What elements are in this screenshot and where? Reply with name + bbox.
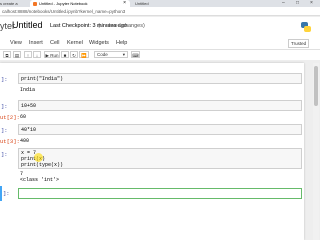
browser-tab-previous[interactable]: s create a [0,0,24,7]
cell-1-in-prompt: ]: [1,76,8,83]
browser-tab-next-label: Untitled [135,1,149,6]
unsaved-status: (unsaved changes) [98,23,145,29]
menu-kernel[interactable]: Kernel [67,40,83,46]
menu-insert[interactable]: Insert [29,40,43,46]
keyboard-icon[interactable]: ⌨ [131,51,140,58]
notebook-title[interactable]: Untitled [12,20,43,30]
notebook-header: yter Untitled Last Checkpoint: 3 minutes… [0,17,320,37]
cell-2-in-prompt: ]: [1,103,8,110]
cell-4-output-line-2: <class 'int'> [20,177,60,183]
cell-2-code: 10+50 [21,103,37,109]
browser-tab-strip: s create a Untitled - Jupyter Notebook × … [0,0,320,7]
cell-3-in-prompt: ]: [1,127,8,134]
cell-5-in-prompt: ]: [3,190,10,197]
trusted-indicator[interactable]: Trusted [288,39,310,48]
jupyter-favicon-icon [33,1,37,6]
address-bar[interactable]: calhost:8888/notebooks/Untitled.ipynb?ke… [0,7,320,16]
cell-5-input[interactable] [18,188,302,199]
menu-view[interactable]: View [10,40,22,46]
run-button[interactable]: ▶ Run [44,51,60,58]
minimize-icon[interactable]: – [282,0,285,7]
cell-2-out-prompt: ut[2]: [0,114,20,121]
cell-2-output: 60 [20,114,27,120]
browser-tab-active[interactable]: Untitled - Jupyter Notebook × [30,0,130,7]
menu-help[interactable]: Help [116,40,127,46]
cell-1-input[interactable]: print("India") [18,73,302,84]
close-icon[interactable]: × [123,0,126,7]
cell-3-out-prompt: ut[3]: [0,138,20,145]
cell-3-output: 400 [20,138,30,144]
menu-widgets[interactable]: Widgets [89,40,109,46]
toolbar: ⧉ ▤ ↑ ↓ ▶ Run ■ ↻ ⏩ Code ▾ ⌨ [0,50,320,60]
scrollbar-thumb[interactable] [314,66,318,106]
restart-icon[interactable]: ↻ [70,51,78,58]
cell-4-in-prompt: ]: [1,151,8,158]
interrupt-icon[interactable]: ■ [61,51,69,58]
move-down-icon[interactable]: ↓ [33,51,41,58]
cell-type-value: Code [97,52,108,57]
cell-type-select[interactable]: Code ▾ [94,51,128,58]
move-up-icon[interactable]: ↑ [24,51,32,58]
restart-run-all-icon[interactable]: ⏩ [79,51,89,58]
cell-1-output: India [20,87,36,93]
maximize-icon[interactable]: □ [296,0,299,7]
cell-3-input[interactable]: 40*10 [18,124,302,135]
cell-2-input[interactable]: 10+50 [18,100,302,111]
cell-4-input[interactable]: x = 7 print(x) print(type(x)) [18,148,302,169]
browser-tab-active-label: Untitled - Jupyter Notebook [39,1,88,6]
cell-1-code: print("India") [21,76,64,82]
python-logo-icon [301,22,311,32]
browser-tab-next[interactable]: Untitled [132,0,215,7]
paste-icon[interactable]: ▤ [13,51,21,58]
cell-4-code-line-3: print(type(x)) [21,162,64,168]
chevron-down-icon: ▾ [122,52,125,57]
window-close-icon[interactable]: × [310,0,313,7]
cell-3-code: 40*10 [21,127,37,133]
copy-icon[interactable]: ⧉ [3,51,11,58]
menu-cell[interactable]: Cell [50,40,59,46]
mouse-cursor-highlight [34,153,43,162]
menubar: View Insert Cell Kernel Widgets Help Tru… [0,37,320,50]
